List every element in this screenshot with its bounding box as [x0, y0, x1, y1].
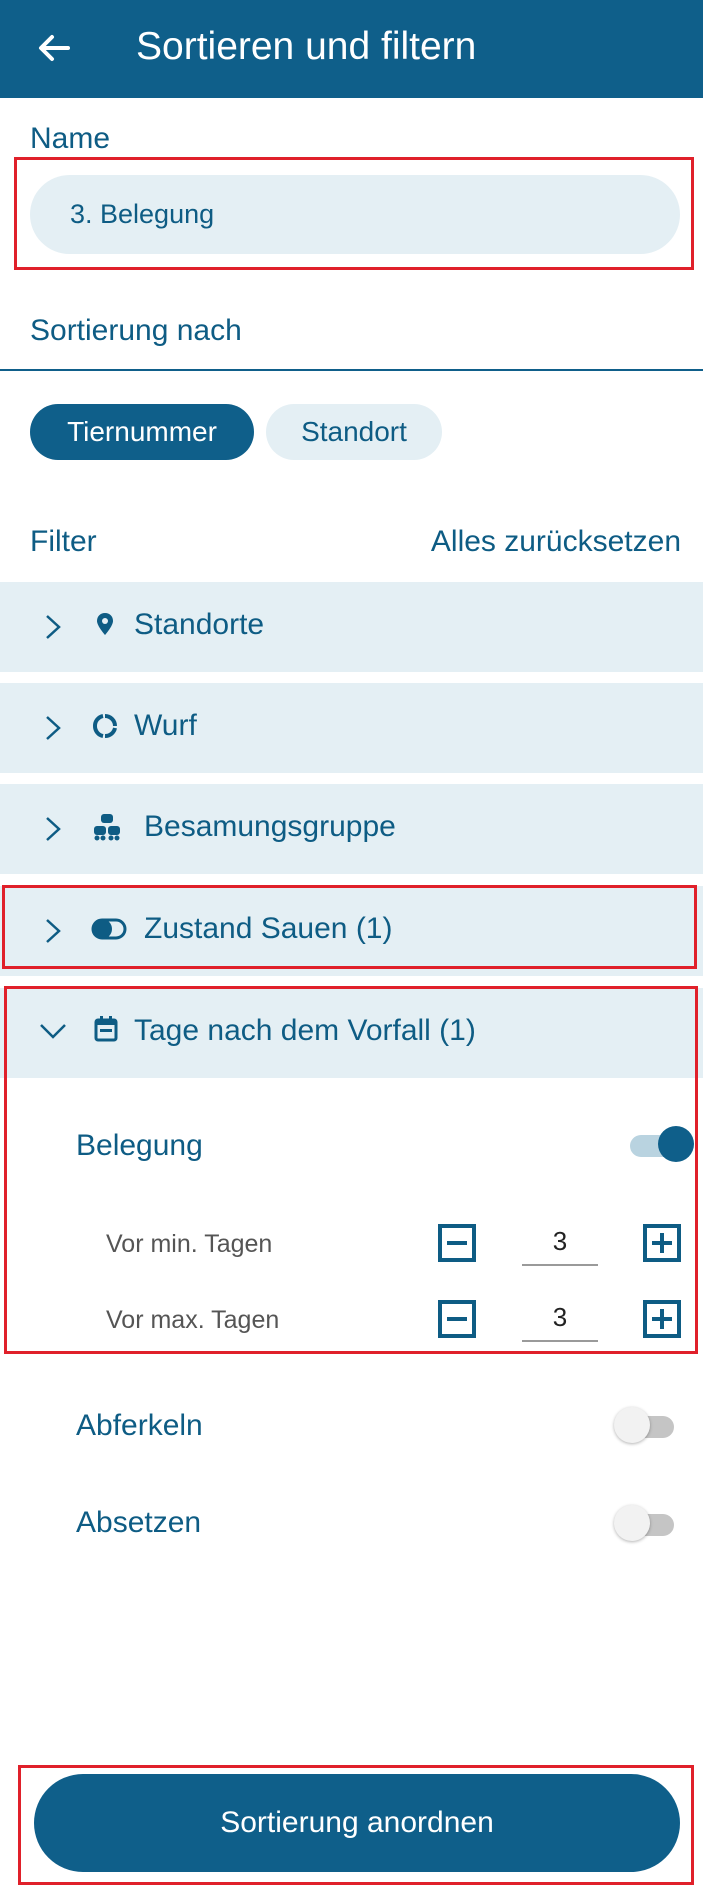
toggle-icon — [91, 918, 127, 940]
filter-section-label: Wurf — [134, 709, 197, 742]
abferkeln-toggle[interactable] — [614, 1405, 680, 1445]
reset-all-button[interactable]: Alles zurücksetzen — [431, 524, 681, 560]
divider — [0, 369, 703, 371]
min-days-input[interactable]: 3 — [522, 1222, 598, 1266]
circle-arrows-icon — [93, 714, 117, 738]
filter-section-zustand-sauen[interactable]: Zustand Sauen (1) — [0, 886, 703, 976]
apply-sort-button[interactable]: Sortierung anordnen — [34, 1774, 680, 1872]
filter-label: Filter — [30, 525, 97, 558]
min-days-increment-button[interactable] — [643, 1224, 681, 1262]
chevron-right-icon — [46, 919, 61, 943]
location-pin-icon — [97, 613, 113, 635]
page-title: Sortieren und filtern — [136, 25, 477, 68]
filter-section-wurf[interactable]: Wurf — [0, 683, 703, 773]
sort-chip-standort[interactable]: Standort — [266, 404, 442, 460]
toggle-knob — [614, 1505, 650, 1541]
chevron-right-icon — [46, 615, 61, 639]
filter-section-tage-nach-vorfall[interactable]: Tage nach dem Vorfall (1) — [0, 988, 703, 1078]
belegung-toggle[interactable] — [630, 1124, 694, 1164]
absetzen-toggle[interactable] — [614, 1503, 680, 1543]
event-absetzen-label: Absetzen — [76, 1506, 202, 1539]
max-days-increment-button[interactable] — [643, 1300, 681, 1338]
toggle-knob — [658, 1126, 694, 1162]
calendar-icon — [94, 1016, 118, 1042]
filter-section-label: Zustand Sauen (1) — [144, 912, 393, 945]
max-days-decrement-button[interactable] — [438, 1300, 476, 1338]
toggle-knob — [614, 1407, 650, 1443]
min-days-label: Vor min. Tagen — [106, 1230, 273, 1258]
filter-section-label: Besamungsgruppe — [144, 810, 396, 843]
back-arrow-icon[interactable] — [34, 28, 74, 68]
name-label: Name — [30, 122, 111, 155]
pig-group-icon — [94, 814, 120, 841]
filter-section-besamungsgruppe[interactable]: Besamungsgruppe — [0, 784, 703, 874]
max-days-label: Vor max. Tagen — [106, 1306, 280, 1334]
chevron-down-icon — [40, 1024, 66, 1039]
event-belegung-label: Belegung — [76, 1129, 203, 1162]
filter-section-standorte[interactable]: Standorte — [0, 582, 703, 672]
app-header: Sortieren und filtern — [0, 0, 703, 98]
filter-section-label: Tage nach dem Vorfall (1) — [134, 1014, 476, 1047]
chevron-right-icon — [46, 817, 61, 841]
sort-chip-tiernummer[interactable]: Tiernummer — [30, 404, 254, 460]
filter-section-label: Standorte — [134, 608, 265, 641]
sort-label: Sortierung nach — [30, 314, 242, 347]
event-abferkeln-label: Abferkeln — [76, 1409, 203, 1442]
min-days-decrement-button[interactable] — [438, 1224, 476, 1262]
chevron-right-icon — [46, 716, 61, 740]
max-days-input[interactable]: 3 — [522, 1298, 598, 1342]
name-input[interactable]: 3. Belegung — [30, 175, 680, 254]
